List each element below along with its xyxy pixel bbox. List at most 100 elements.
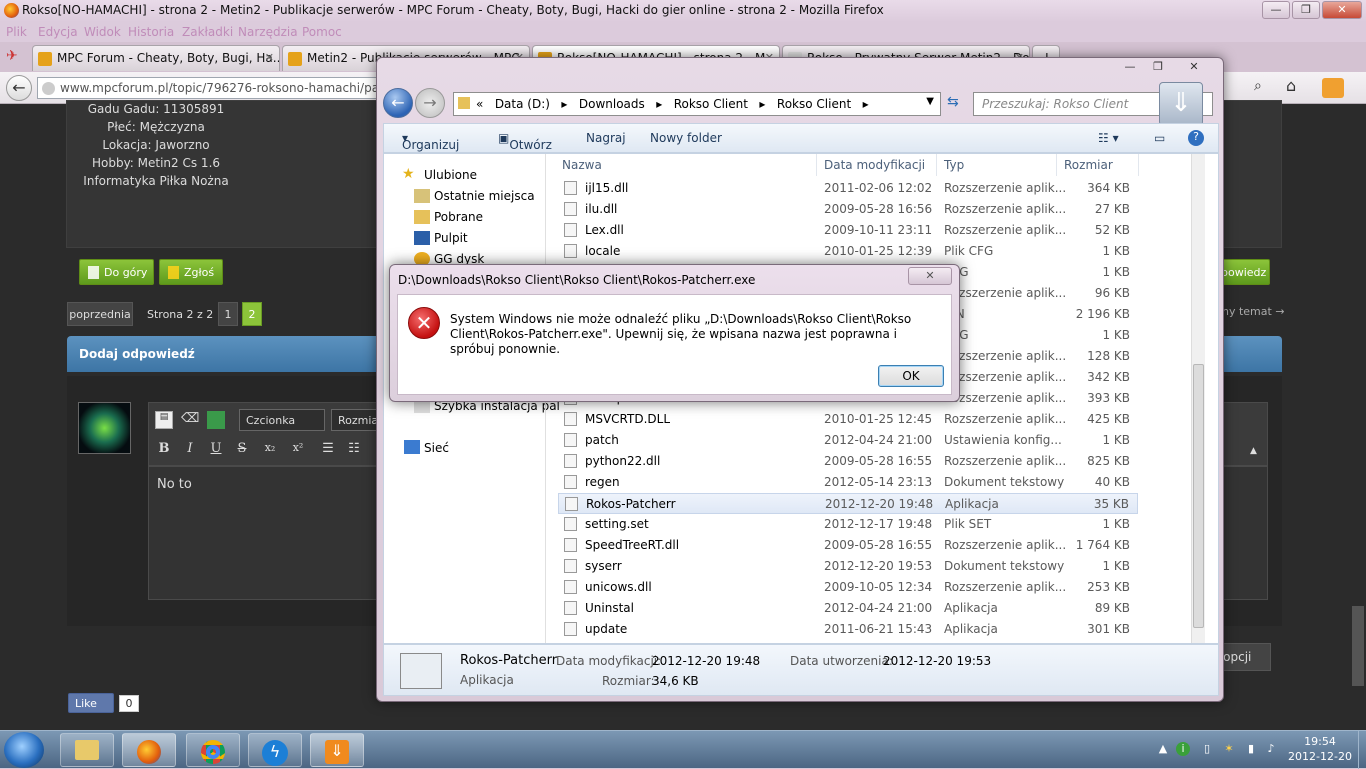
file-row[interactable]: Rokos-Patcherr 2012-12-20 19:48 Aplikacja 3… [558, 493, 1138, 514]
dialog-close-button[interactable]: ✕ [908, 267, 952, 285]
crumb-rokso-client-2[interactable]: Rokso Client [777, 97, 851, 111]
maximize-button[interactable]: ❐ [1292, 1, 1320, 19]
page-1-link[interactable]: 1 [218, 302, 238, 326]
explorer-maximize-button[interactable]: ❐ [1145, 60, 1171, 76]
file-row[interactable]: regen 2012-05-14 23:13 Dokument tekstowy 40… [558, 472, 1138, 493]
tray-signal-icon[interactable]: ▮ [1244, 742, 1258, 756]
file-row[interactable]: patch 2012-04-24 21:00 Ustawienia konfig..… [558, 430, 1138, 451]
file-row[interactable]: Lex.dll 2009-10-11 23:11 Rozszerzenie apli… [558, 220, 1138, 241]
crumb-rokso-client[interactable]: Rokso Client [674, 97, 748, 111]
superscript-icon[interactable]: x² [289, 441, 307, 459]
font-select[interactable]: Czcionka [239, 409, 325, 431]
underline-icon[interactable]: U [207, 441, 225, 459]
crumb-drive[interactable]: Data (D:) [495, 97, 550, 111]
download-arrows-icon[interactable]: ⇓ [1159, 82, 1203, 126]
menu-help[interactable]: Pomoc [302, 25, 342, 39]
explorer-close-button[interactable]: ✕ [1181, 60, 1207, 76]
column-name[interactable]: Nazwa [562, 158, 602, 172]
menu-bookmarks[interactable]: Zakładki [182, 25, 233, 39]
explorer-back-button[interactable]: ← [383, 88, 413, 118]
close-button[interactable]: ✕ [1322, 1, 1362, 19]
taskbar-downloader[interactable]: ⇓ [310, 733, 364, 767]
back-button[interactable]: ← [6, 75, 32, 101]
close-tab-icon[interactable]: ✕ [265, 51, 274, 64]
nav-downloads[interactable]: Pobrane [434, 210, 483, 224]
menu-edit[interactable]: Edycja [38, 25, 78, 39]
collapse-icon[interactable]: ▲ [1250, 446, 1264, 460]
next-topic-link[interactable]: ny temat → [1222, 305, 1285, 318]
minimize-button[interactable]: — [1262, 1, 1290, 19]
taskbar-chrome[interactable] [186, 733, 240, 767]
tab-mpcforum[interactable]: MPC Forum - Cheaty, Boty, Bugi, Ha... ✕ [32, 45, 280, 71]
subscript-icon[interactable]: x₂ [261, 441, 279, 459]
nav-favorites[interactable]: Ulubione [424, 168, 477, 182]
ok-button[interactable]: OK [878, 365, 944, 387]
back-to-top-button[interactable]: Do góry [79, 259, 154, 285]
show-desktop-button[interactable] [1358, 731, 1366, 769]
view-options-icon[interactable]: ☷ ▾ [1098, 131, 1119, 145]
tray-info-icon[interactable]: i [1176, 742, 1190, 756]
menu-file[interactable]: Plik [6, 25, 27, 39]
url-bar[interactable]: www.mpcforum.pl/topic/796276-roksono-ham… [37, 77, 377, 99]
taskbar-firefox[interactable] [122, 733, 176, 767]
file-row[interactable]: syserr 2012-12-20 19:53 Dokument tekstowy 1… [558, 556, 1138, 577]
source-icon[interactable]: ▤ [155, 411, 173, 429]
bold-icon[interactable]: B [155, 441, 173, 459]
refresh-icon[interactable]: ⇆ [947, 94, 967, 114]
file-row[interactable]: ilu.dll 2009-05-28 16:56 Rozszerzenie apli… [558, 199, 1138, 220]
new-folder-button[interactable]: Nowy folder [650, 131, 722, 145]
crumb-downloads[interactable]: Downloads [579, 97, 645, 111]
eraser-icon[interactable]: ⌫ [181, 411, 199, 429]
search-icon[interactable]: ⌕ [1254, 78, 1272, 96]
tray-network-icon[interactable]: ✶ [1222, 742, 1236, 756]
tray-expand-icon[interactable]: ▲ [1156, 742, 1170, 756]
preview-pane-icon[interactable]: ▭ [1154, 131, 1165, 145]
nav-network[interactable]: Sieć [424, 441, 449, 455]
file-row[interactable]: setting.set 2012-12-17 19:48 Plik SET 1 KB [558, 514, 1138, 535]
menu-view[interactable]: Widok [84, 25, 121, 39]
nav-desktop[interactable]: Pulpit [434, 231, 468, 245]
file-row[interactable]: unicows.dll 2009-10-05 12:34 Rozszerzenie … [558, 577, 1138, 598]
taskbar-explorer[interactable] [60, 733, 114, 767]
file-row[interactable]: ijl15.dll 2011-02-06 12:02 Rozszerzenie ap… [558, 178, 1138, 199]
file-row[interactable]: locale 2010-01-25 12:39 Plik CFG 1 KB [558, 241, 1138, 262]
facebook-like-button[interactable]: Like [68, 693, 114, 713]
column-date[interactable]: Data modyfikacji [824, 158, 925, 172]
tray-volume-icon[interactable]: ♪ [1264, 742, 1278, 756]
column-size[interactable]: Rozmiar [1064, 158, 1113, 172]
file-row[interactable]: Uninstal 2012-04-24 21:00 Aplikacja 89 KB [558, 598, 1138, 619]
taskbar-bolt-app[interactable]: ϟ [248, 733, 302, 767]
file-list-scrollbar[interactable] [1191, 154, 1205, 643]
file-row[interactable]: update 2011-06-21 15:43 Aplikacja 301 KB [558, 619, 1138, 640]
prev-page-button[interactable]: poprzednia [67, 302, 133, 326]
menu-tools[interactable]: Narzędzia [238, 25, 298, 39]
column-type[interactable]: Typ [944, 158, 964, 172]
bullet-list-icon[interactable]: ☰ [319, 441, 337, 459]
image-icon[interactable] [207, 411, 225, 429]
pinned-tab-icon[interactable]: ✈ [6, 48, 26, 68]
address-dropdown-icon[interactable]: ▼ [926, 96, 934, 107]
italic-icon[interactable]: I [181, 441, 199, 459]
address-bar[interactable]: « Data (D:) ▸ Downloads ▸ Rokso Client ▸… [453, 92, 941, 116]
tray-device-icon[interactable]: ▯ [1200, 742, 1214, 756]
numbered-list-icon[interactable]: ☷ [345, 441, 363, 459]
start-button[interactable] [4, 732, 44, 768]
organize-button[interactable]: Organizuj ▾ [402, 131, 459, 152]
file-row[interactable]: python22.dll 2009-05-28 16:55 Rozszerzenie… [558, 451, 1138, 472]
extension-icon[interactable] [1322, 78, 1344, 98]
nav-recent[interactable]: Ostatnie miejsca [434, 189, 535, 203]
scrollbar-thumb[interactable] [1193, 364, 1204, 628]
taskbar-clock[interactable]: 19:54 2012-12-20 [1285, 734, 1355, 764]
home-icon[interactable]: ⌂ [1286, 76, 1306, 96]
explorer-minimize-button[interactable]: — [1117, 60, 1143, 76]
help-icon[interactable]: ? [1188, 130, 1204, 146]
file-row[interactable]: MSVCRTD.DLL 2010-01-25 12:45 Rozszerzenie … [558, 409, 1138, 430]
burn-button[interactable]: Nagraj [586, 131, 626, 145]
menu-history[interactable]: Historia [128, 25, 174, 39]
file-row[interactable]: SpeedTreeRT.dll 2009-05-28 16:55 Rozszerze… [558, 535, 1138, 556]
page-scrollbar[interactable] [1352, 606, 1364, 686]
strikethrough-icon[interactable]: S [233, 441, 251, 459]
open-button[interactable]: ▣ Otwórz [498, 131, 552, 152]
explorer-forward-button[interactable]: → [415, 88, 445, 118]
report-button[interactable]: Zgłoś [159, 259, 223, 285]
